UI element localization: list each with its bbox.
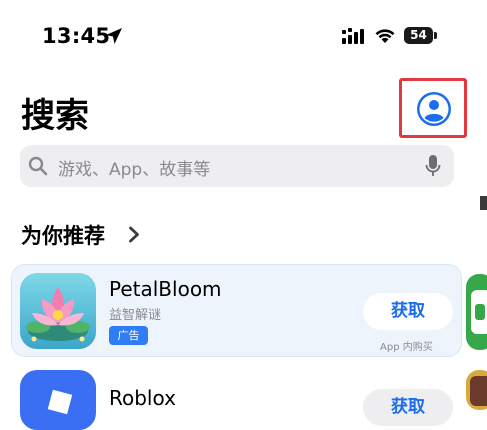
location-arrow-icon	[106, 28, 122, 44]
battery-level: 54	[410, 28, 427, 42]
section-title[interactable]: 为你推荐	[21, 220, 105, 250]
lotus-flower-icon[interactable]	[20, 273, 96, 349]
search-placeholder: 游戏、App、故事等	[58, 160, 211, 180]
in-app-purchase-note: App 内购买	[380, 342, 433, 353]
status-time: 13:45	[42, 24, 111, 48]
microphone-icon[interactable]	[425, 154, 441, 178]
cellular-signal-icon	[342, 28, 364, 44]
app-name[interactable]: Roblox	[109, 386, 176, 410]
status-bar: 13:45 54	[0, 0, 487, 75]
magnifier-icon	[28, 156, 48, 176]
app-category: 益智解谜	[109, 308, 162, 323]
battery-cap	[434, 32, 437, 39]
app-icon-green[interactable]	[466, 274, 487, 350]
ad-badge: 广告	[109, 326, 148, 345]
person-circle-icon[interactable]	[416, 91, 452, 127]
roblox-tile-icon[interactable]	[20, 370, 96, 430]
page-title: 搜索	[21, 96, 89, 136]
scroll-edge-marker	[480, 196, 487, 210]
app-name[interactable]: PetalBloom	[109, 277, 222, 301]
get-button[interactable]: 获取	[363, 389, 453, 426]
app-icon-brown[interactable]	[466, 370, 487, 410]
wifi-icon	[375, 29, 395, 43]
chevron-right-icon[interactable]	[128, 226, 140, 243]
get-button[interactable]: 获取	[363, 293, 453, 330]
